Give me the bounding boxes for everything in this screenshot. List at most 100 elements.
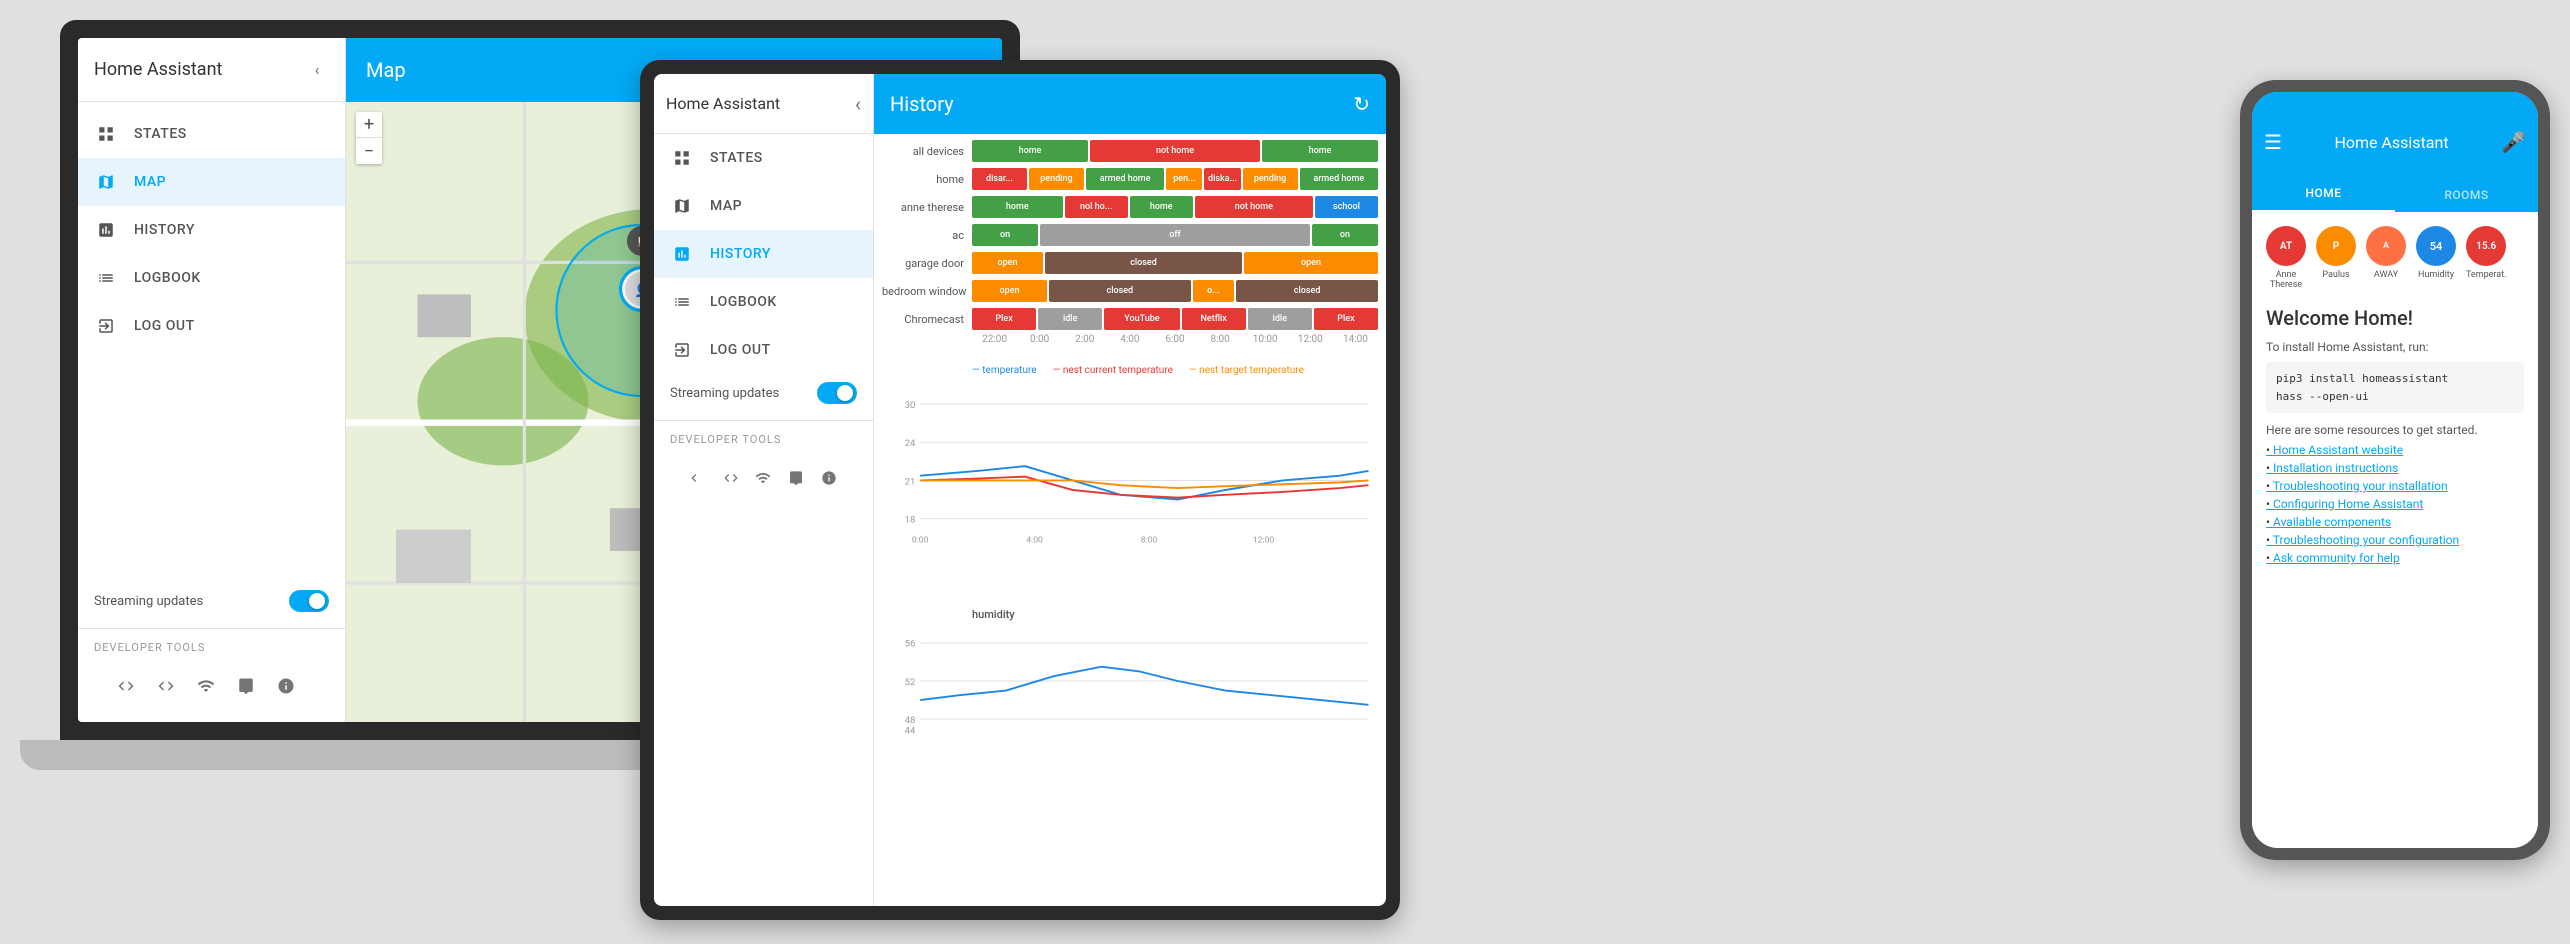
history-bar: disar...: [972, 168, 1027, 190]
tablet-nav-logbook[interactable]: Logbook: [654, 278, 873, 326]
history-bars-chromecast: Plex idle YouTube Netflix idle Plex: [972, 308, 1378, 330]
tablet-streaming-toggle[interactable]: [817, 382, 857, 404]
humidity-badge: 54: [2416, 226, 2456, 266]
tablet-api-icon[interactable]: [751, 462, 776, 494]
svg-text:21: 21: [905, 476, 916, 487]
api-icon[interactable]: [190, 670, 222, 702]
laptop-streaming-toggle[interactable]: [289, 590, 329, 612]
history-bars-home: disar... pending armed home pen... diska…: [972, 168, 1378, 190]
phone-tab-home[interactable]: HOME: [2252, 186, 2395, 212]
temperature-badge: 15.6: [2466, 226, 2506, 266]
link-troubleshooting-config[interactable]: Troubleshooting your configuration: [2266, 533, 2524, 547]
tablet-template-icon[interactable]: [686, 462, 711, 494]
phone-device: ☰ Home Assistant 🎤 HOME ROOMS AT AnneThe…: [2240, 80, 2550, 860]
history-bar: home: [972, 196, 1063, 218]
zoom-in-button[interactable]: +: [356, 112, 382, 138]
laptop-nav-states[interactable]: States: [78, 110, 345, 158]
laptop-sidebar-title: Home Assistant: [94, 59, 222, 80]
phone-avatars-row: AT AnneTherese P Paulus A AWAY 54 Humidi…: [2266, 226, 2524, 290]
tablet-sidebar: Home Assistant ‹ States Map: [654, 74, 874, 906]
laptop-nav-logbook[interactable]: Logbook: [78, 254, 345, 302]
legend-nest-target: — nest target temperature: [1189, 365, 1304, 376]
laptop-nav-history[interactable]: History: [78, 206, 345, 254]
history-bars-all-devices: home not home home: [972, 140, 1378, 162]
tablet-code-icon[interactable]: [719, 462, 744, 494]
tablet-nav-history[interactable]: History: [654, 230, 873, 278]
link-community[interactable]: Ask community for help: [2266, 551, 2524, 565]
avatar-away[interactable]: A AWAY: [2366, 226, 2406, 280]
tablet-nav-history-label: History: [710, 246, 771, 262]
history-bar: idle: [1248, 308, 1312, 330]
link-troubleshooting-install[interactable]: Troubleshooting your installation: [2266, 479, 2524, 493]
link-ha-website[interactable]: Home Assistant website: [2266, 443, 2524, 457]
history-bars-ac: on off on: [972, 224, 1378, 246]
tablet-topbar: History ↻: [874, 74, 1386, 134]
tablet-grid-icon: [670, 146, 694, 170]
svg-text:8:00: 8:00: [1141, 535, 1158, 545]
tablet-mqtt-icon[interactable]: [784, 462, 809, 494]
history-content: all devices home not home home home di: [874, 134, 1386, 906]
logout-icon: [94, 314, 118, 338]
history-bar: open: [972, 252, 1043, 274]
history-bar: armed home: [1086, 168, 1164, 190]
history-bar: home: [972, 140, 1088, 162]
tablet-sidebar-close-button[interactable]: ‹: [855, 92, 861, 116]
tablet-nav-map[interactable]: Map: [654, 182, 873, 230]
laptop-dev-tools-section: Developer Tools: [78, 628, 345, 722]
tablet-nav-states[interactable]: States: [654, 134, 873, 182]
history-bar: nol ho...: [1065, 196, 1128, 218]
laptop-nav-map[interactable]: Map: [78, 158, 345, 206]
map-icon: [94, 170, 118, 194]
history-bar: home: [1262, 140, 1378, 162]
info-icon[interactable]: [270, 670, 302, 702]
laptop-sidebar-close-button[interactable]: ‹: [305, 58, 329, 82]
refresh-icon[interactable]: ↻: [1353, 92, 1370, 116]
link-available-components[interactable]: Available components: [2266, 515, 2524, 529]
phone-tab-rooms[interactable]: ROOMS: [2395, 188, 2538, 212]
avatar-anne-therese[interactable]: AT AnneTherese: [2266, 226, 2306, 290]
tablet-info-icon[interactable]: [816, 462, 841, 494]
phone-status-bar: [2252, 92, 2538, 116]
map-zoom-controls: + −: [356, 112, 382, 164]
phone-frame: ☰ Home Assistant 🎤 HOME ROOMS AT AnneThe…: [2240, 80, 2550, 860]
laptop-streaming-label: Streaming updates: [94, 594, 203, 609]
avatar-paulus-label: Paulus: [2322, 270, 2349, 280]
laptop-nav-states-label: States: [134, 126, 187, 142]
avatar-temperature: 15.6 Temperat.: [2466, 226, 2507, 280]
history-bar: closed: [1049, 280, 1191, 302]
laptop-dev-tools-icons: [94, 662, 329, 718]
tablet-frame: Home Assistant ‹ States Map: [640, 60, 1400, 920]
time-label: 2:00: [1062, 334, 1107, 345]
svg-text:4:00: 4:00: [1026, 535, 1043, 545]
zoom-out-button[interactable]: −: [356, 138, 382, 164]
tablet-nav-logout[interactable]: Log Out: [654, 326, 873, 374]
avatar-paulus[interactable]: P Paulus: [2316, 226, 2356, 280]
avatar-anne-therese-label: AnneTherese: [2270, 270, 2302, 290]
link-configuring-ha[interactable]: Configuring Home Assistant: [2266, 497, 2524, 511]
history-label-home: home: [882, 173, 972, 186]
time-label: 22:00: [972, 334, 1017, 345]
svg-text:24: 24: [905, 438, 916, 449]
chart-legend: — temperature — nest current temperature…: [882, 361, 1378, 380]
history-bar: not home: [1195, 196, 1313, 218]
phone-mic-icon[interactable]: 🎤: [2501, 130, 2526, 154]
laptop-nav-logout[interactable]: Log Out: [78, 302, 345, 350]
tablet-streaming-row: Streaming updates: [654, 374, 873, 412]
history-row-home: home disar... pending armed home pen... …: [882, 166, 1378, 192]
code-icon[interactable]: [150, 670, 182, 702]
tablet-dev-tools-section: Developer Tools: [654, 420, 873, 514]
tablet-nav-logbook-label: Logbook: [710, 294, 777, 310]
history-bar: idle: [1038, 308, 1102, 330]
history-row-ac: ac on off on: [882, 222, 1378, 248]
template-icon[interactable]: [110, 670, 142, 702]
history-time-axis: 22:00 0:00 2:00 4:00 6:00 8:00 10:00 12:…: [882, 334, 1378, 349]
history-row-garage-door: garage door open closed open: [882, 250, 1378, 276]
mqtt-icon[interactable]: [230, 670, 262, 702]
tablet-nav-logout-label: Log Out: [710, 342, 771, 358]
history-bar: Plex: [1314, 308, 1378, 330]
link-installation[interactable]: Installation instructions: [2266, 461, 2524, 475]
history-bar: school: [1315, 196, 1378, 218]
laptop-nav-history-label: History: [134, 222, 195, 238]
phone-menu-icon[interactable]: ☰: [2264, 130, 2282, 154]
tablet-logbook-icon: [670, 290, 694, 314]
